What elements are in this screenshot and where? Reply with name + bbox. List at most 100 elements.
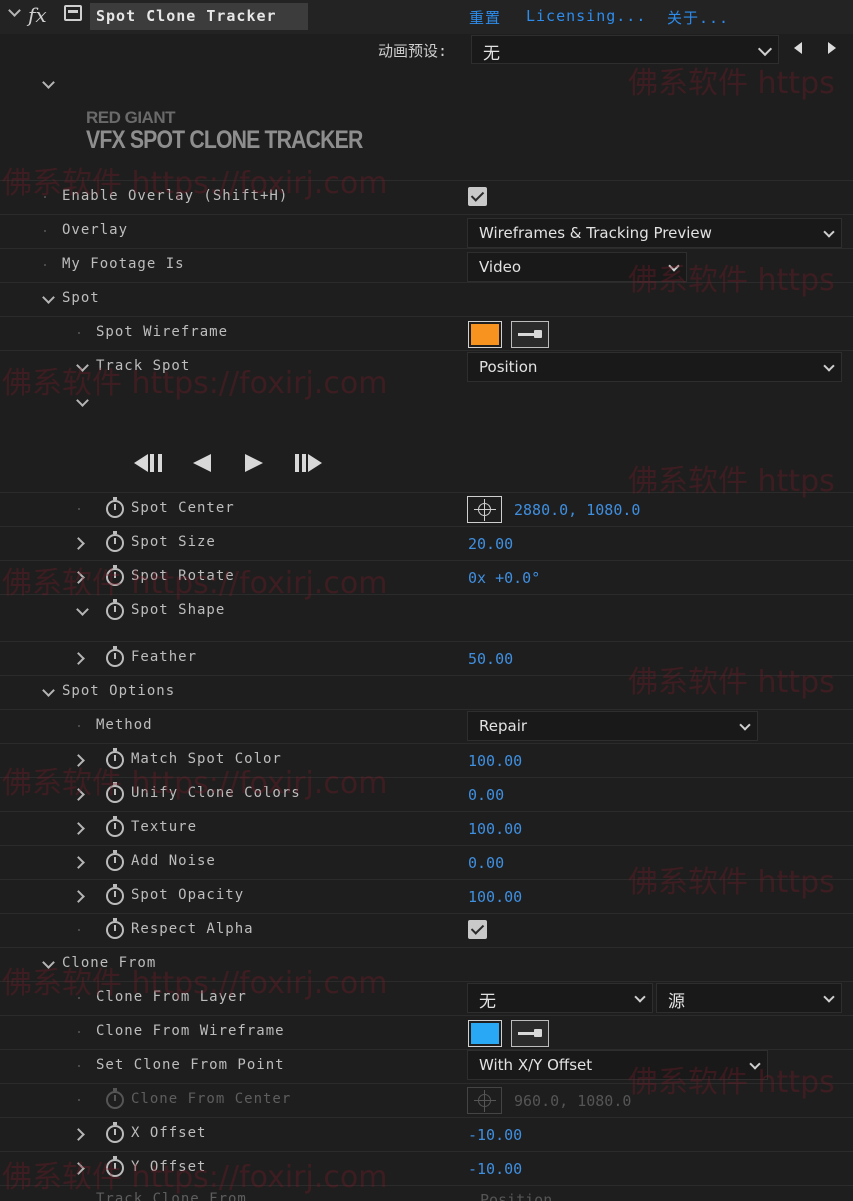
spot-opacity-chevron-icon[interactable] bbox=[72, 890, 85, 903]
my-footage-dropdown[interactable]: Video bbox=[467, 252, 687, 282]
add-noise-value[interactable]: 0.00 bbox=[468, 854, 504, 872]
stopwatch-icon[interactable] bbox=[106, 646, 124, 667]
method-label: Method bbox=[96, 717, 153, 733]
stopwatch-icon[interactable] bbox=[106, 599, 124, 620]
stopwatch-icon[interactable] bbox=[106, 565, 124, 586]
unify-clone-colors-value[interactable]: 0.00 bbox=[468, 786, 504, 804]
spot-size-label: Spot Size bbox=[131, 534, 216, 550]
next-preset-icon[interactable] bbox=[828, 42, 836, 54]
eyedropper-icon[interactable] bbox=[511, 321, 549, 348]
clone-from-center-label: Clone From Center bbox=[131, 1091, 292, 1107]
stopwatch-icon[interactable] bbox=[106, 884, 124, 905]
animation-preset-dropdown[interactable]: 无 bbox=[471, 35, 779, 64]
spot-opacity-value[interactable]: 100.00 bbox=[468, 888, 522, 906]
track-backward-button[interactable] bbox=[193, 453, 215, 473]
spot-rotate-value[interactable]: 0x +0.0° bbox=[468, 569, 540, 587]
clone-from-chevron-icon[interactable] bbox=[42, 956, 55, 969]
stopwatch-icon bbox=[106, 1088, 124, 1109]
clone-from-layer-source-dropdown[interactable]: 源 bbox=[656, 983, 842, 1013]
spot-center-target-button[interactable] bbox=[467, 496, 502, 523]
spot-size-value[interactable]: 20.00 bbox=[468, 535, 513, 553]
track-spot-chevron-icon[interactable] bbox=[76, 359, 89, 372]
spot-rotate-chevron-icon[interactable] bbox=[72, 571, 85, 584]
previous-preset-icon[interactable] bbox=[794, 42, 802, 54]
row-spot-rotate: Spot Rotate 0x +0.0° bbox=[0, 560, 853, 594]
stopwatch-icon[interactable] bbox=[106, 782, 124, 803]
row-enable-overlay: Enable Overlay (Shift+H) bbox=[0, 180, 853, 214]
spot-options-label: Spot Options bbox=[62, 683, 176, 699]
set-clone-from-point-dropdown[interactable]: With X/Y Offset bbox=[467, 1050, 768, 1080]
brand-logo: RED GIANT bbox=[86, 108, 176, 127]
match-spot-color-chevron-icon[interactable] bbox=[72, 754, 85, 767]
enable-overlay-checkbox[interactable] bbox=[468, 187, 487, 206]
row-spot-options-group: Spot Options bbox=[0, 675, 853, 709]
row-clone-from-wireframe: Clone From Wireframe bbox=[0, 1015, 853, 1049]
enable-overlay-label: Enable Overlay (Shift+H) bbox=[62, 188, 289, 204]
tree-dot bbox=[44, 196, 46, 198]
chevron-down-icon bbox=[823, 360, 835, 372]
tri bbox=[134, 454, 148, 472]
track-forward-button[interactable] bbox=[245, 453, 267, 473]
eyedropper-icon[interactable] bbox=[511, 1020, 549, 1047]
y-offset-label: Y Offset bbox=[131, 1159, 207, 1175]
add-noise-chevron-icon[interactable] bbox=[72, 856, 85, 869]
respect-alpha-checkbox[interactable] bbox=[468, 920, 487, 939]
spot-group-chevron-icon[interactable] bbox=[42, 291, 55, 304]
clone-from-layer-dropdown[interactable]: 无 bbox=[467, 983, 653, 1013]
swatch-fill bbox=[471, 1023, 499, 1044]
stopwatch-icon[interactable] bbox=[106, 850, 124, 871]
clone-from-center-value: 960.0, 1080.0 bbox=[514, 1092, 632, 1110]
stopwatch-icon[interactable] bbox=[106, 748, 124, 769]
spot-rotate-label: Spot Rotate bbox=[131, 568, 235, 584]
y-offset-chevron-icon[interactable] bbox=[72, 1162, 85, 1175]
stopwatch-icon[interactable] bbox=[106, 1122, 124, 1143]
spot-wireframe-color-swatch[interactable] bbox=[468, 321, 502, 348]
logo-section-chevron-icon[interactable] bbox=[42, 76, 55, 89]
bar bbox=[302, 454, 306, 472]
tree-dot bbox=[78, 997, 80, 999]
effect-title-tab[interactable]: Spot Clone Tracker bbox=[90, 3, 308, 30]
reset-link[interactable]: 重置 bbox=[469, 7, 501, 28]
track-forward-frame-button[interactable] bbox=[295, 453, 325, 473]
x-offset-chevron-icon[interactable] bbox=[72, 1128, 85, 1141]
method-dropdown[interactable]: Repair bbox=[467, 711, 758, 741]
fx-icon[interactable]: fx bbox=[28, 3, 47, 27]
licensing-link[interactable]: Licensing... bbox=[526, 7, 646, 25]
clone-from-layer-source-value: 源 bbox=[668, 992, 685, 1012]
row-add-noise: Add Noise 0.00 bbox=[0, 845, 853, 879]
texture-chevron-icon[interactable] bbox=[72, 822, 85, 835]
collapse-chevron-icon[interactable] bbox=[8, 4, 22, 20]
texture-value[interactable]: 100.00 bbox=[468, 820, 522, 838]
feather-value[interactable]: 50.00 bbox=[468, 650, 513, 668]
spot-center-value[interactable]: 2880.0, 1080.0 bbox=[514, 501, 640, 519]
stopwatch-icon[interactable] bbox=[106, 918, 124, 939]
set-clone-from-point-label: Set Clone From Point bbox=[96, 1057, 285, 1073]
track-spot-label: Track Spot bbox=[96, 358, 191, 374]
overlay-value: Wireframes & Tracking Preview bbox=[479, 224, 712, 242]
tracker-controls-chevron-icon[interactable] bbox=[76, 394, 89, 407]
stopwatch-icon[interactable] bbox=[106, 1156, 124, 1177]
method-value: Repair bbox=[479, 717, 528, 735]
x-offset-value[interactable]: -10.00 bbox=[468, 1126, 522, 1144]
about-link[interactable]: 关于... bbox=[667, 7, 729, 28]
stopwatch-icon[interactable] bbox=[106, 497, 124, 518]
stopwatch-icon[interactable] bbox=[106, 816, 124, 837]
spot-options-chevron-icon[interactable] bbox=[42, 684, 55, 697]
match-spot-color-label: Match Spot Color bbox=[131, 751, 282, 767]
feather-chevron-icon[interactable] bbox=[72, 652, 85, 665]
match-spot-color-value[interactable]: 100.00 bbox=[468, 752, 522, 770]
unify-clone-colors-chevron-icon[interactable] bbox=[72, 788, 85, 801]
chevron-down-icon bbox=[757, 41, 773, 57]
track-backward-frame-button[interactable] bbox=[134, 453, 164, 473]
effect-controls-icon[interactable] bbox=[64, 5, 82, 21]
stopwatch-icon[interactable] bbox=[106, 531, 124, 552]
track-spot-dropdown[interactable]: Position bbox=[467, 352, 842, 382]
tree-dot bbox=[78, 1065, 80, 1067]
track-spot-value: Position bbox=[479, 358, 538, 376]
overlay-dropdown[interactable]: Wireframes & Tracking Preview bbox=[467, 218, 842, 248]
row-method: Method Repair bbox=[0, 709, 853, 743]
spot-size-chevron-icon[interactable] bbox=[72, 537, 85, 550]
spot-shape-chevron-icon[interactable] bbox=[76, 603, 89, 616]
y-offset-value[interactable]: -10.00 bbox=[468, 1160, 522, 1178]
clone-from-wireframe-color-swatch[interactable] bbox=[468, 1020, 502, 1047]
